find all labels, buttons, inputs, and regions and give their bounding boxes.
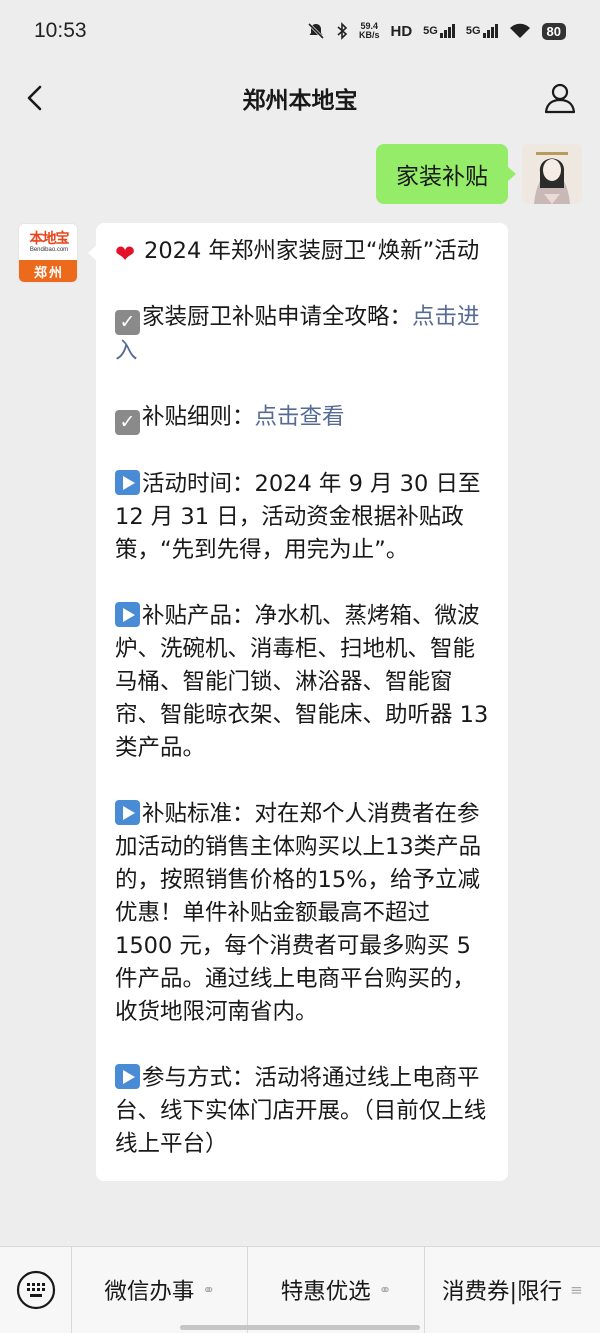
reply-rules: ✓ 补贴细则：点击查看 xyxy=(115,401,489,435)
reply-title: ❤ 2024 年郑州家装厨卫“焕新”活动 xyxy=(115,238,480,268)
heart-icon: ❤ xyxy=(115,240,136,268)
signal-bars-icon xyxy=(439,24,455,38)
reply-guide: ✓ 家装厨卫补贴申请全攻略：点击进入 xyxy=(115,304,480,364)
bendibao-avatar[interactable]: 本地宝 Bendibao.com 郑州 xyxy=(18,223,78,283)
bluetooth-icon xyxy=(337,22,348,40)
keyboard-icon xyxy=(16,1270,55,1310)
mute-bell-icon xyxy=(307,22,325,40)
back-arrow-icon[interactable] xyxy=(20,80,54,116)
chat-area[interactable]: 家装补贴 本地宝 Bendibao.com 郑州 ❤ 2024 年郑州家装厨卫“焕… xyxy=(0,134,600,1246)
net-speed: 59.4 KB/s xyxy=(358,21,380,40)
bendibao-city: 郑州 xyxy=(19,260,77,282)
play-icon xyxy=(115,602,140,627)
status-icons: 59.4 KB/s HD 5G 5G 80 xyxy=(307,22,566,40)
checkbox-icon: ✓ xyxy=(115,410,140,435)
menu-item-wechat-services[interactable]: 微信办事 ⚭ xyxy=(72,1246,249,1333)
reply-method: 参与方式：活动将通过线上电商平台、线下实体门店开展。（目前仅上线线上平台） xyxy=(115,1064,487,1157)
incoming-message: 本地宝 Bendibao.com 郑州 ❤ 2024 年郑州家装厨卫“焕新”活动 … xyxy=(18,223,508,1181)
checkbox-icon: ✓ xyxy=(115,310,140,335)
play-icon xyxy=(115,800,140,825)
user-avatar-illustration xyxy=(522,144,582,204)
status-time: 10:53 xyxy=(34,19,87,42)
profile-icon[interactable] xyxy=(542,80,578,116)
nav-bar: 郑州本地宝 xyxy=(0,62,600,134)
chat-title: 郑州本地宝 xyxy=(242,88,358,114)
hd-indicator: HD xyxy=(390,22,413,40)
menu-item-deals[interactable]: 特惠优选 ⚭ xyxy=(248,1246,425,1333)
outgoing-bubble[interactable]: 家装补贴 xyxy=(376,144,516,204)
signal-1: 5G xyxy=(423,24,455,38)
reply-products: 补贴产品：净水机、蒸烤箱、微波炉、洗碗机、消毒柜、扫地机、智能马桶、智能门锁、淋… xyxy=(115,602,489,761)
link-icon: ⚭ xyxy=(202,1281,215,1299)
menu-item-coupons[interactable]: 消费券|限行 ≡ xyxy=(425,1247,600,1333)
rules-link[interactable]: 点击查看 xyxy=(255,404,345,430)
reply-bubble: ❤ 2024 年郑州家装厨卫“焕新”活动 ✓ 家装厨卫补贴申请全攻略：点击进入 ✓ 补… xyxy=(88,223,508,1181)
status-bar: 10:53 59.4 KB/s HD 5G 5G 80 xyxy=(0,0,600,62)
signal-2: 5G xyxy=(466,24,498,38)
bottom-menu: 微信办事 ⚭ 特惠优选 ⚭ 消费券|限行 ≡ xyxy=(0,1246,600,1333)
keyboard-button[interactable] xyxy=(0,1246,72,1333)
reply-standard: 补贴标准：对在郑个人消费者在参加活动的销售主体购买以上13类产品的，按照销售价格… xyxy=(115,800,482,1025)
user-avatar[interactable] xyxy=(522,144,582,204)
battery-indicator: 80 xyxy=(541,22,566,40)
menu-lines-icon: ≡ xyxy=(570,1281,583,1299)
home-indicator[interactable] xyxy=(180,1325,420,1330)
signal-bars-icon xyxy=(482,24,498,38)
reply-time: 活动时间：2024 年 9 月 30 日至12 月 31 日，活动资金根据补贴政… xyxy=(115,470,481,563)
play-icon xyxy=(115,1064,140,1089)
bendibao-logo: 本地宝 Bendibao.com xyxy=(19,224,77,262)
play-icon xyxy=(115,470,140,495)
wifi-icon xyxy=(509,23,530,38)
outgoing-message: 家装补贴 xyxy=(376,144,582,204)
link-icon: ⚭ xyxy=(378,1281,392,1299)
